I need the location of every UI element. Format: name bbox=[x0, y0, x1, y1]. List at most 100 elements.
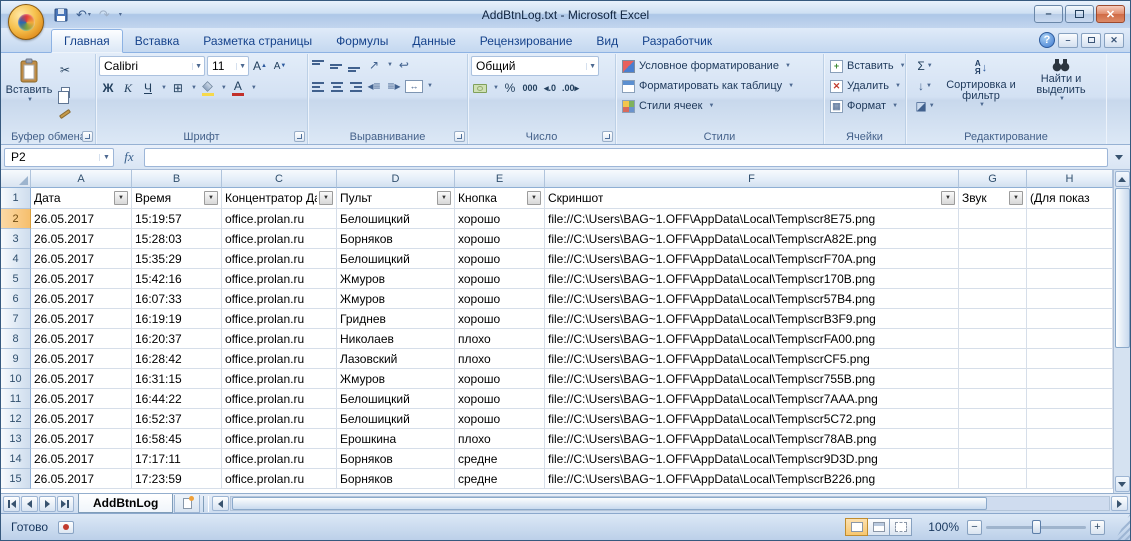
cell[interactable]: Жмуров bbox=[337, 269, 455, 289]
formula-input[interactable] bbox=[144, 148, 1108, 167]
cell[interactable]: 17:17:11 bbox=[132, 449, 222, 469]
font-family-dropdown-icon[interactable]: ▼ bbox=[192, 63, 202, 70]
vertical-scrollbar-thumb[interactable] bbox=[1115, 188, 1130, 348]
row-header[interactable]: 12 bbox=[1, 409, 31, 429]
sort-filter-button[interactable]: АЯ↓ Сортировка и фильтр▼ bbox=[941, 56, 1021, 129]
cell[interactable]: Борняков bbox=[337, 469, 455, 489]
cell[interactable] bbox=[959, 269, 1027, 289]
filter-dropdown-button[interactable] bbox=[437, 191, 451, 205]
cell[interactable]: 16:31:15 bbox=[132, 369, 222, 389]
align-middle-button[interactable] bbox=[329, 58, 345, 73]
horizontal-scrollbar[interactable] bbox=[212, 495, 1128, 512]
cell[interactable] bbox=[959, 369, 1027, 389]
first-sheet-button[interactable] bbox=[3, 496, 20, 512]
cell[interactable]: office.prolan.ru bbox=[222, 229, 337, 249]
cell[interactable]: office.prolan.ru bbox=[222, 249, 337, 269]
cell[interactable]: 16:20:37 bbox=[132, 329, 222, 349]
cell[interactable]: 15:35:29 bbox=[132, 249, 222, 269]
find-select-button[interactable]: Найти и выделить▼ bbox=[1021, 56, 1101, 129]
cell[interactable] bbox=[1027, 329, 1113, 349]
ribbon-tab[interactable]: Главная bbox=[51, 29, 123, 53]
cell[interactable]: хорошо bbox=[455, 289, 545, 309]
name-box[interactable]: P2 ▼ bbox=[4, 148, 114, 167]
header-cell[interactable]: Концентратор Дан bbox=[222, 188, 337, 209]
row-header[interactable]: 14 bbox=[1, 449, 31, 469]
cell[interactable] bbox=[959, 289, 1027, 309]
row-header[interactable]: 5 bbox=[1, 269, 31, 289]
cell[interactable]: file://C:\Users\BAG~1.OFF\AppData\Local\… bbox=[545, 289, 959, 309]
cell[interactable]: office.prolan.ru bbox=[222, 429, 337, 449]
cell[interactable]: Белошицкий bbox=[337, 409, 455, 429]
cell[interactable]: 17:23:59 bbox=[132, 469, 222, 489]
cell[interactable]: хорошо bbox=[455, 209, 545, 229]
cell[interactable]: file://C:\Users\BAG~1.OFF\AppData\Local\… bbox=[545, 329, 959, 349]
cell[interactable] bbox=[959, 429, 1027, 449]
copy-button[interactable] bbox=[56, 83, 74, 101]
header-cell[interactable]: Кнопка bbox=[455, 188, 545, 209]
cell[interactable]: office.prolan.ru bbox=[222, 209, 337, 229]
cell[interactable]: хорошо bbox=[455, 309, 545, 329]
italic-button[interactable]: К bbox=[119, 79, 137, 97]
sheet-tab-addbtnlog[interactable]: AddBtnLog bbox=[78, 494, 173, 513]
cell[interactable]: 16:52:37 bbox=[132, 409, 222, 429]
format-cells-button[interactable]: ▦Формат▼ bbox=[827, 96, 902, 116]
ribbon-tab[interactable]: Разметка страницы bbox=[191, 30, 324, 52]
cell[interactable]: 26.05.2017 bbox=[31, 249, 132, 269]
cell[interactable]: Белошицкий bbox=[337, 209, 455, 229]
cell[interactable] bbox=[1027, 209, 1113, 229]
wrap-text-button[interactable]: ↩ bbox=[395, 56, 413, 74]
paste-dropdown-icon[interactable]: ▼ bbox=[27, 97, 33, 103]
cell[interactable]: file://C:\Users\BAG~1.OFF\AppData\Local\… bbox=[545, 389, 959, 409]
orientation-button[interactable]: ↗ bbox=[365, 56, 383, 74]
cell[interactable] bbox=[1027, 409, 1113, 429]
cell[interactable]: хорошо bbox=[455, 269, 545, 289]
alignment-dialog-launcher[interactable] bbox=[454, 131, 465, 142]
font-color-dropdown-icon[interactable]: ▼ bbox=[251, 85, 257, 91]
align-top-button[interactable] bbox=[311, 58, 327, 73]
cell[interactable]: хорошо bbox=[455, 249, 545, 269]
workbook-restore-button[interactable] bbox=[1081, 33, 1101, 48]
cell[interactable]: 26.05.2017 bbox=[31, 329, 132, 349]
header-cell[interactable]: Звук bbox=[959, 188, 1027, 209]
cell[interactable]: office.prolan.ru bbox=[222, 289, 337, 309]
column-header[interactable]: D bbox=[337, 170, 455, 188]
zoom-in-button[interactable]: + bbox=[1090, 520, 1105, 535]
cell[interactable] bbox=[1027, 249, 1113, 269]
fill-color-dropdown-icon[interactable]: ▼ bbox=[221, 85, 227, 91]
scroll-left-button[interactable] bbox=[212, 496, 229, 511]
cell[interactable]: office.prolan.ru bbox=[222, 349, 337, 369]
number-format-select[interactable]: Общий▼ bbox=[471, 56, 599, 76]
cell[interactable] bbox=[1027, 449, 1113, 469]
font-color-button[interactable]: А bbox=[229, 79, 247, 97]
decrease-indent-button[interactable]: ◂≡ bbox=[365, 77, 383, 95]
cell[interactable]: Ерошкина bbox=[337, 429, 455, 449]
cell[interactable]: Николаев bbox=[337, 329, 455, 349]
fill-button[interactable]: ↓▼ bbox=[909, 77, 941, 95]
name-box-dropdown-icon[interactable]: ▼ bbox=[99, 154, 113, 161]
cell[interactable]: file://C:\Users\BAG~1.OFF\AppData\Local\… bbox=[545, 349, 959, 369]
horizontal-scrollbar-track[interactable] bbox=[230, 496, 1110, 511]
cell[interactable]: office.prolan.ru bbox=[222, 309, 337, 329]
accounting-format-button[interactable] bbox=[471, 79, 489, 97]
cell[interactable] bbox=[1027, 429, 1113, 449]
ribbon-tab[interactable]: Разработчик bbox=[630, 30, 724, 52]
maximize-button[interactable] bbox=[1065, 5, 1094, 23]
ribbon-tab[interactable]: Данные bbox=[400, 30, 467, 52]
delete-cells-button[interactable]: ✕Удалить▼ bbox=[827, 76, 902, 96]
zoom-level[interactable]: 100% bbox=[928, 520, 959, 534]
cell[interactable] bbox=[959, 249, 1027, 269]
font-dialog-launcher[interactable] bbox=[294, 131, 305, 142]
scroll-right-button[interactable] bbox=[1111, 496, 1128, 511]
row-header[interactable]: 10 bbox=[1, 369, 31, 389]
select-all-button[interactable] bbox=[1, 170, 31, 188]
cell[interactable]: file://C:\Users\BAG~1.OFF\AppData\Local\… bbox=[545, 449, 959, 469]
scroll-up-button[interactable] bbox=[1115, 171, 1130, 187]
font-size-dropdown-icon[interactable]: ▼ bbox=[236, 63, 246, 70]
cell[interactable]: file://C:\Users\BAG~1.OFF\AppData\Local\… bbox=[545, 409, 959, 429]
tab-split-handle[interactable] bbox=[203, 496, 209, 512]
cell[interactable]: file://C:\Users\BAG~1.OFF\AppData\Local\… bbox=[545, 369, 959, 389]
cell[interactable]: Лазовский bbox=[337, 349, 455, 369]
insert-cells-button[interactable]: +Вставить▼ bbox=[827, 56, 902, 76]
cell[interactable] bbox=[959, 309, 1027, 329]
cell[interactable]: 16:07:33 bbox=[132, 289, 222, 309]
